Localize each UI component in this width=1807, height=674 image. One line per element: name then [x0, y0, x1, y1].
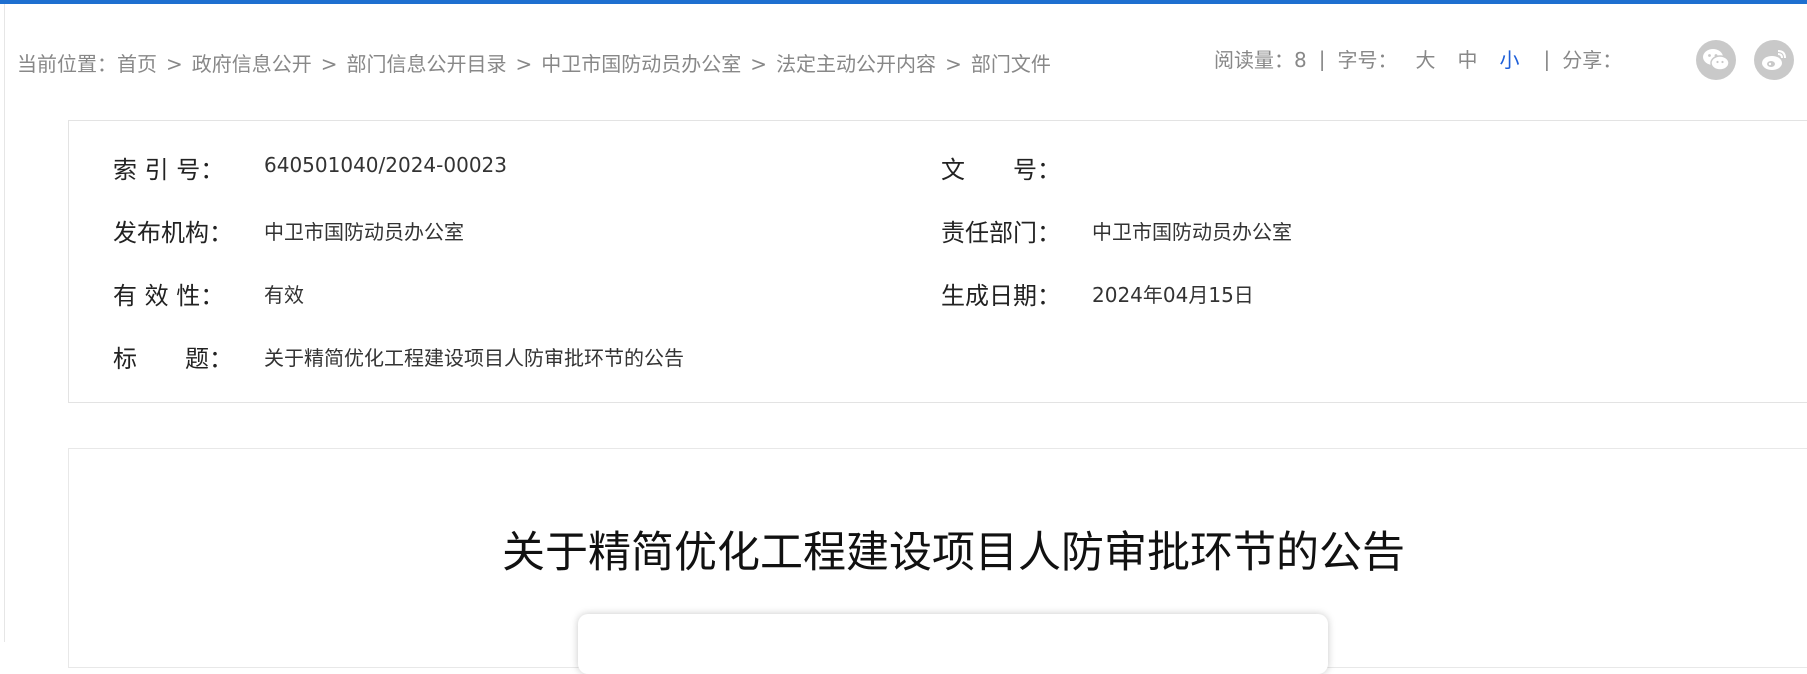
validity-value: 有效 [264, 283, 304, 307]
top-accent-bar [0, 0, 1807, 4]
breadcrumb-item-gov-info[interactable]: 政府信息公开 [192, 52, 312, 76]
index-number-value: 640501040/2024-00023 [264, 153, 507, 177]
breadcrumb-item-office[interactable]: 中卫市国防动员办公室 [541, 52, 741, 76]
breadcrumb-item-dept-catalog[interactable]: 部门信息公开目录 [347, 52, 507, 76]
responsible-dept-label: 责任部门： [941, 219, 1061, 247]
publisher-label: 发布机构： [113, 219, 233, 247]
breadcrumb-separator: > [515, 52, 533, 76]
breadcrumb-separator: > [945, 52, 962, 76]
wechat-glyph [1703, 49, 1730, 71]
validity-label: 有 效 性： [113, 282, 225, 310]
tools-divider: | [1318, 46, 1326, 71]
title-label: 标 题： [113, 345, 233, 373]
breadcrumb-item-dept-documents[interactable]: 部门文件 [971, 52, 1051, 76]
breadcrumb-separator: > [320, 52, 338, 76]
article-title: 关于精简优化工程建设项目人防审批环节的公告 [502, 528, 1405, 578]
breadcrumb-item-home[interactable]: 首页 [117, 52, 157, 76]
breadcrumb-separator: > [166, 52, 183, 76]
responsible-dept-value: 中卫市国防动员办公室 [1092, 220, 1292, 244]
created-date-label: 生成日期： [941, 282, 1061, 310]
breadcrumb-prefix: 当前位置： [17, 52, 117, 76]
breadcrumb: 当前位置：首页 > 政府信息公开 > 部门信息公开目录 > 中卫市国防动员办公室 > 法定主动公… [17, 48, 1051, 77]
breadcrumb-separator: > [750, 52, 768, 76]
share-label: 分享： [1562, 48, 1623, 72]
index-number-label: 索 引 号： [113, 156, 225, 184]
wechat-icon[interactable] [1696, 40, 1736, 80]
tools-divider: | [1543, 46, 1551, 71]
created-date-value: 2024年04月15日 [1092, 283, 1254, 307]
article-body-card [578, 614, 1328, 674]
read-count: 阅读量：8 [1214, 48, 1307, 72]
document-number-label: 文 号： [941, 156, 1061, 184]
fontsize-label: 字号： [1337, 48, 1398, 72]
title-value: 关于精简优化工程建设项目人防审批环节的公告 [264, 346, 684, 370]
fontsize-medium-button[interactable]: 中 [1457, 44, 1477, 73]
publisher-value: 中卫市国防动员办公室 [264, 220, 464, 244]
breadcrumb-item-statutory-content[interactable]: 法定主动公开内容 [776, 52, 936, 76]
article-tools: 阅读量：8 | 字号： 大 中 小 | 分享： [1214, 44, 1622, 73]
fontsize-large-button[interactable]: 大 [1415, 44, 1435, 73]
left-divider [4, 4, 5, 642]
weibo-glyph [1762, 50, 1786, 70]
fontsize-small-button[interactable]: 小 [1499, 44, 1519, 73]
weibo-icon[interactable] [1754, 40, 1794, 80]
